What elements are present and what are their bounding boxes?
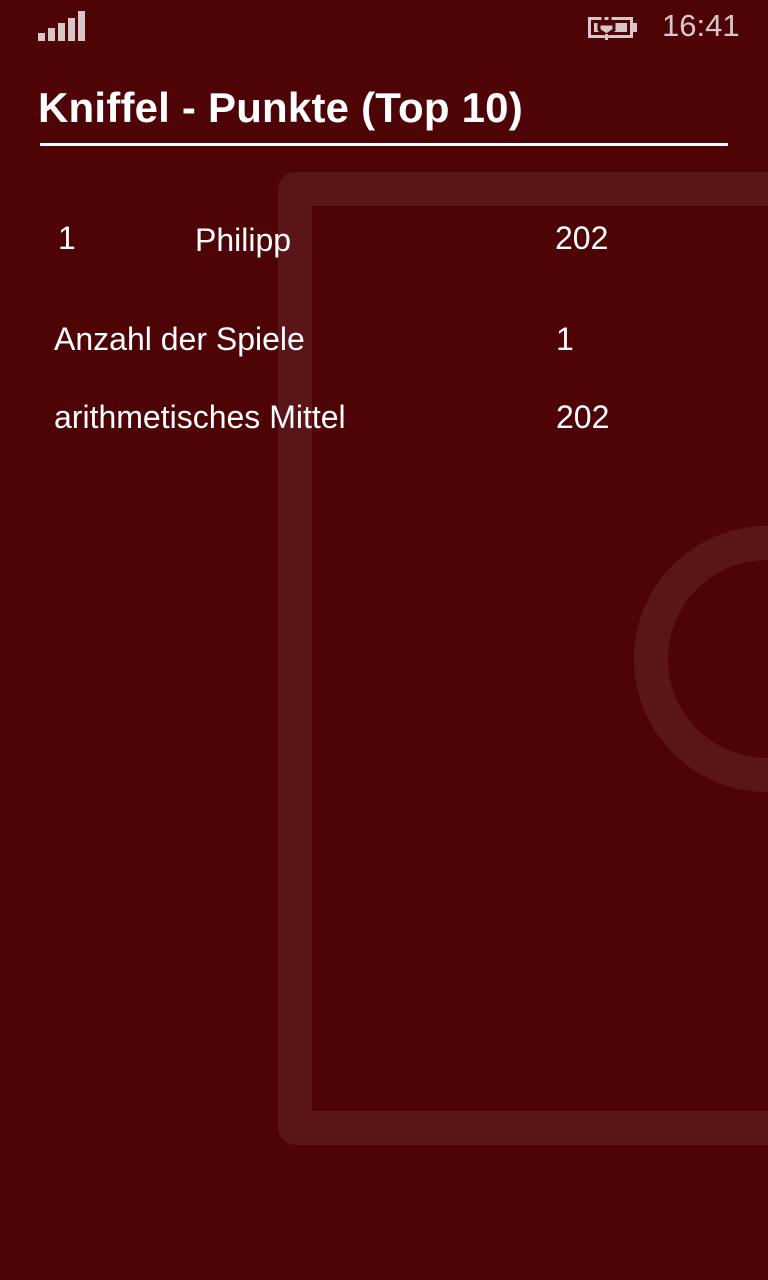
score-points: 202 (555, 220, 609, 256)
games-count-value: 1 (556, 321, 574, 357)
battery-charging-icon (588, 16, 637, 40)
mean-label: arithmetisches Mittel (54, 399, 346, 435)
status-bar: 16:41 (0, 0, 768, 56)
page-title: Kniffel - Punkte (Top 10) (38, 84, 523, 131)
title-divider (40, 143, 728, 146)
mean-value: 202 (556, 399, 610, 435)
signal-strength-icon (38, 11, 88, 41)
score-rank: 1 (58, 220, 76, 256)
screen: 16:41 Kniffel - Punkte (Top 10) 1 Philip… (0, 0, 768, 1280)
games-count-label: Anzahl der Spiele (54, 321, 305, 357)
clock: 16:41 (662, 8, 740, 43)
score-player-name: Philipp (195, 222, 292, 258)
